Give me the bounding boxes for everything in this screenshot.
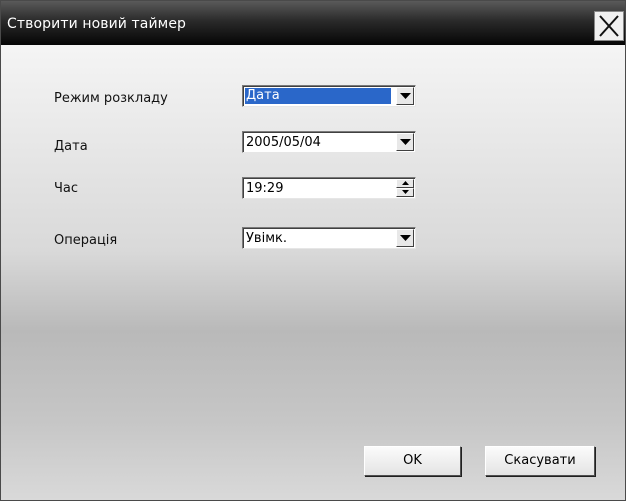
close-button[interactable]	[594, 11, 624, 41]
arrow-down-icon	[402, 190, 409, 194]
ok-button[interactable]: OK	[364, 446, 461, 476]
chevron-down-icon	[400, 235, 411, 241]
chevron-down-icon	[400, 139, 411, 145]
operation-select[interactable]: Увімк.	[242, 227, 416, 249]
title-bar: Створити новий таймер	[1, 1, 625, 45]
close-icon	[599, 15, 619, 37]
time-spin-down-button[interactable]	[396, 188, 414, 197]
chevron-down-icon	[400, 93, 411, 99]
date-select[interactable]: 2005/05/04	[242, 131, 416, 153]
schedule-mode-dropdown-button[interactable]	[396, 87, 414, 105]
schedule-mode-select[interactable]: Дата	[242, 85, 416, 107]
operation-dropdown-button[interactable]	[396, 229, 414, 247]
date-label: Дата	[54, 139, 88, 154]
time-spin-up-button[interactable]	[396, 179, 414, 188]
operation-label: Операція	[54, 233, 118, 248]
time-input[interactable]: 19:29	[242, 177, 416, 199]
date-dropdown-button[interactable]	[396, 133, 414, 151]
time-label: Час	[54, 181, 79, 196]
time-spinner	[396, 179, 414, 197]
cancel-button[interactable]: Скасувати	[485, 446, 595, 476]
operation-value: Увімк.	[246, 231, 287, 246]
time-value: 19:29	[246, 181, 284, 196]
arrow-up-icon	[402, 181, 409, 185]
date-value: 2005/05/04	[246, 135, 321, 150]
dialog-title: Створити новий таймер	[7, 16, 187, 32]
create-timer-dialog: Створити новий таймер Режим розкладу Дат…	[0, 0, 626, 501]
schedule-mode-label: Режим розкладу	[54, 91, 168, 106]
schedule-mode-value: Дата	[245, 88, 391, 104]
